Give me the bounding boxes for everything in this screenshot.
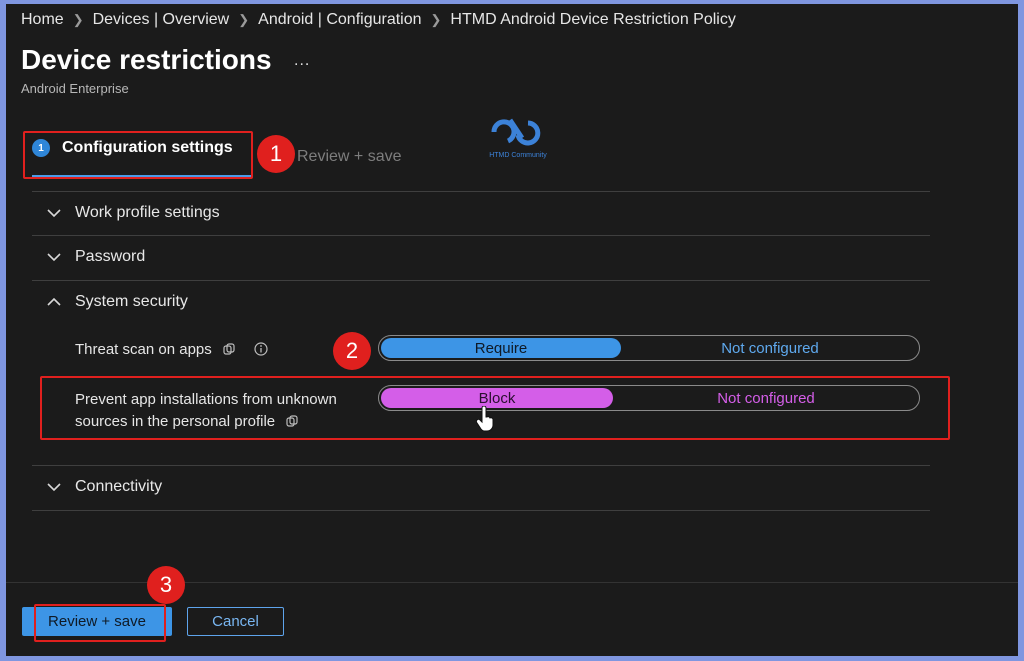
chevron-down-icon <box>47 253 61 262</box>
htmd-logo-icon <box>491 118 541 146</box>
threat-scan-label-text: Threat scan on apps <box>75 341 212 358</box>
hand-cursor-icon <box>476 406 494 432</box>
chevron-right-icon: ❯ <box>238 12 250 27</box>
prevent-unknown-option-block[interactable]: Block <box>381 388 613 408</box>
prevent-unknown-label-line2: sources in the personal profile <box>75 411 337 433</box>
section-system-security[interactable]: System security <box>46 293 188 311</box>
threat-scan-toggle[interactable]: Require Not configured <box>378 335 920 361</box>
annotation-badge-1: 1 <box>257 135 295 173</box>
section-label: System security <box>75 293 188 310</box>
section-password[interactable]: Password <box>46 248 145 266</box>
section-label: Connectivity <box>75 478 163 495</box>
prevent-unknown-label-line2-text: sources in the personal profile <box>75 413 276 430</box>
page-title: Device restrictions <box>21 44 272 75</box>
cancel-button[interactable]: Cancel <box>187 607 284 636</box>
htmd-logo: HTMD Community <box>486 112 550 164</box>
prevent-unknown-option-not-configured[interactable]: Not configured <box>615 386 917 410</box>
app-frame: Home ❯ Devices | Overview ❯ Android | Co… <box>6 4 1018 656</box>
section-connectivity[interactable]: Connectivity <box>46 478 162 496</box>
threat-scan-label: Threat scan on apps <box>75 339 268 361</box>
annotation-box-3 <box>34 604 166 642</box>
annotation-badge-3: 3 <box>147 566 185 604</box>
logo-text: HTMD Community <box>489 152 547 159</box>
info-icon[interactable] <box>254 342 268 356</box>
chevron-down-icon <box>47 483 61 492</box>
threat-scan-option-require[interactable]: Require <box>381 338 621 358</box>
divider <box>32 510 930 511</box>
breadcrumb-android-configuration[interactable]: Android | Configuration <box>258 11 421 29</box>
page-subtitle: Android Enterprise <box>21 81 129 96</box>
section-label: Work profile settings <box>75 204 220 221</box>
copy-icon[interactable] <box>222 342 236 356</box>
breadcrumb-devices-overview[interactable]: Devices | Overview <box>93 11 230 29</box>
chevron-right-icon: ❯ <box>72 12 84 27</box>
divider <box>32 191 930 192</box>
chevron-up-icon <box>47 297 61 306</box>
prevent-unknown-toggle[interactable]: Block Not configured <box>378 385 920 411</box>
tab-review-save[interactable]: Review + save <box>297 148 402 166</box>
breadcrumb-home[interactable]: Home <box>21 11 64 29</box>
divider <box>32 280 930 281</box>
section-label: Password <box>75 248 146 265</box>
copy-icon[interactable] <box>285 414 299 428</box>
prevent-unknown-label: Prevent app installations from unknown s… <box>75 389 337 433</box>
section-work-profile-settings[interactable]: Work profile settings <box>46 204 220 222</box>
chevron-right-icon: ❯ <box>430 12 442 27</box>
threat-scan-option-not-configured[interactable]: Not configured <box>623 336 917 360</box>
divider <box>32 465 930 466</box>
divider <box>32 235 930 236</box>
chevron-down-icon <box>47 209 61 218</box>
annotation-badge-2: 2 <box>333 332 371 370</box>
annotation-box-1 <box>23 131 253 179</box>
more-options-button[interactable]: ... <box>294 52 310 70</box>
breadcrumb: Home ❯ Devices | Overview ❯ Android | Co… <box>21 11 736 29</box>
breadcrumb-policy[interactable]: HTMD Android Device Restriction Policy <box>450 11 735 29</box>
prevent-unknown-label-line1: Prevent app installations from unknown <box>75 391 337 408</box>
